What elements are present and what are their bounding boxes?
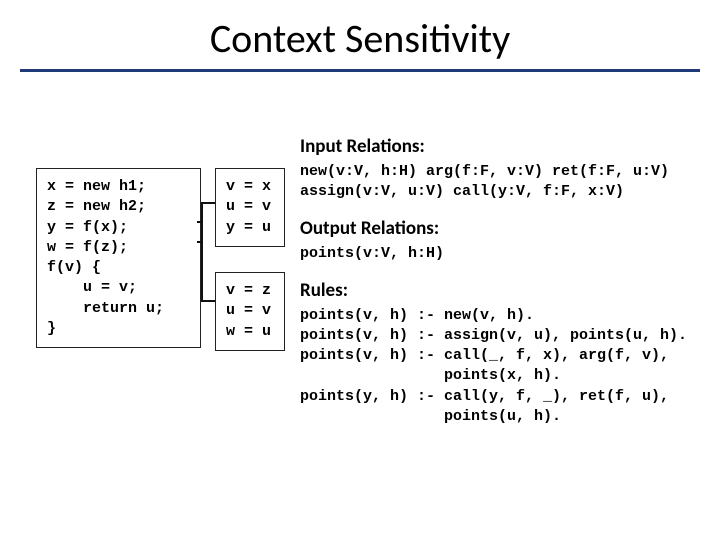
connector-line <box>201 300 215 302</box>
right-sections: Input Relations: new(v:V, h:H) arg(f:F, … <box>300 134 700 427</box>
slide-title: Context Sensitivity <box>0 0 720 69</box>
content-area: x = new h1; z = new h2; y = f(x); w = f(… <box>0 72 720 512</box>
text-input-relations: new(v:V, h:H) arg(f:F, v:V) ret(f:F, u:V… <box>300 162 700 203</box>
code-block-call-fz: v = z u = v w = u <box>215 272 285 351</box>
heading-input-relations: Input Relations: <box>300 134 700 160</box>
text-rules: points(v, h) :- new(v, h). points(v, h) … <box>300 306 700 428</box>
code-block-call-fx: v = x u = v y = u <box>215 168 285 247</box>
connector-line <box>197 241 203 243</box>
code-block-source: x = new h1; z = new h2; y = f(x); w = f(… <box>36 168 201 348</box>
heading-rules: Rules: <box>300 278 700 304</box>
connector-line <box>201 202 203 302</box>
connector-line <box>201 202 215 204</box>
connector-line <box>197 221 203 223</box>
slide-root: Context Sensitivity x = new h1; z = new … <box>0 0 720 540</box>
text-output-relations: points(v:V, h:H) <box>300 244 700 264</box>
heading-output-relations: Output Relations: <box>300 216 700 242</box>
